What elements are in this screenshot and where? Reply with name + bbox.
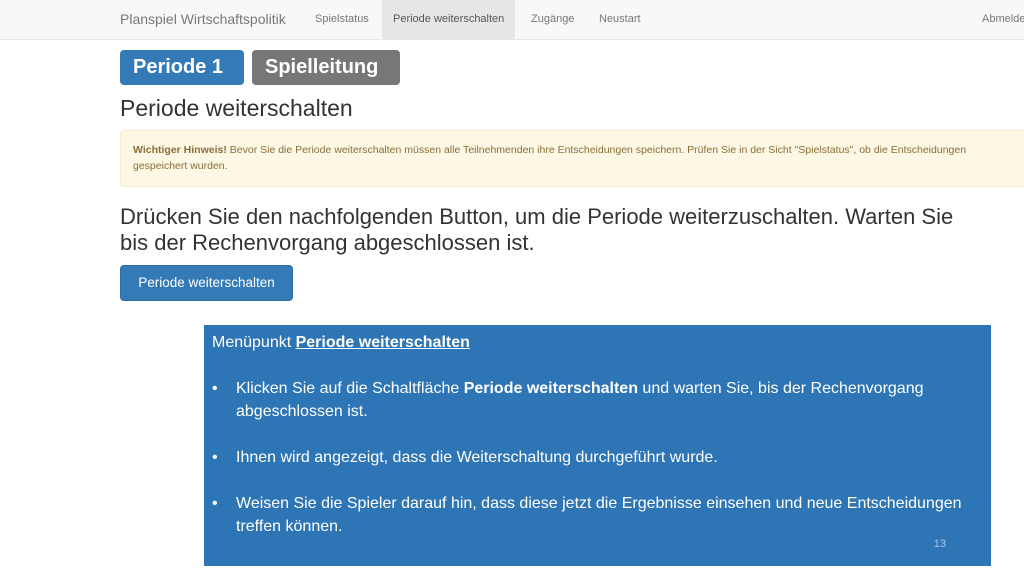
bullet-icon: • — [212, 495, 218, 512]
bullet-1-pre: Klicken Sie auf die Schaltfläche — [236, 380, 464, 397]
page-title: Periode weiterschalten — [120, 95, 353, 121]
callout-bullet-3: • Weisen Sie die Spieler darauf hin, das… — [212, 492, 981, 538]
callout-bullet-1: • Klicken Sie auf die Schaltfläche Perio… — [212, 377, 981, 423]
alert-strong-text: Wichtiger Hinweis! — [133, 144, 227, 156]
nav-item-periode-weiterschalten[interactable]: Periode weiterschalten — [382, 0, 516, 39]
warning-alert: Wichtiger Hinweis! Bevor Sie die Periode… — [120, 130, 1024, 187]
top-navbar: Planspiel Wirtschaftspolitik Spielstatus… — [0, 0, 1024, 40]
advance-period-button[interactable]: Periode weiterschalten — [120, 265, 293, 301]
nav-item-zugaenge[interactable]: Zugänge — [522, 0, 583, 39]
nav-item-spielstatus[interactable]: Spielstatus — [306, 0, 378, 39]
bullet-1-bold: Periode weiterschalten — [463, 380, 638, 397]
nav-item-neustart[interactable]: Neustart — [590, 0, 650, 39]
period-badge: Periode 1 — [120, 50, 244, 85]
callout-bullet-2: • Ihnen wird angezeigt, dass die Weiters… — [212, 446, 981, 469]
instruction-line-1: Drücken Sie den nachfolgenden Button, um… — [120, 204, 954, 229]
instruction-text: Drücken Sie den nachfolgenden Button, um… — [120, 204, 1024, 256]
explanation-callout: Menüpunkt Periode weiterschalten • Klick… — [204, 325, 991, 566]
callout-title-prefix: Menüpunkt — [212, 334, 296, 351]
bullet-icon: • — [212, 449, 218, 466]
callout-title-link: Periode weiterschalten — [295, 334, 470, 351]
bullet-3-text: Weisen Sie die Spieler darauf hin, dass … — [236, 495, 962, 535]
navbar-brand[interactable]: Planspiel Wirtschaftspolitik — [120, 11, 286, 27]
nav-item-abmelden[interactable]: Abmelde — [974, 0, 1024, 39]
bullet-2-text: Ihnen wird angezeigt, dass die Weitersch… — [236, 449, 718, 466]
instruction-line-2: bis der Rechenvorgang abgeschlossen ist. — [120, 230, 535, 255]
callout-title: Menüpunkt Periode weiterschalten — [212, 331, 981, 354]
role-badge: Spielleitung — [252, 50, 400, 85]
slide-number: 13 — [933, 538, 946, 550]
alert-text: Bevor Sie die Periode weiterschalten müs… — [133, 144, 967, 172]
bullet-icon: • — [212, 380, 218, 397]
